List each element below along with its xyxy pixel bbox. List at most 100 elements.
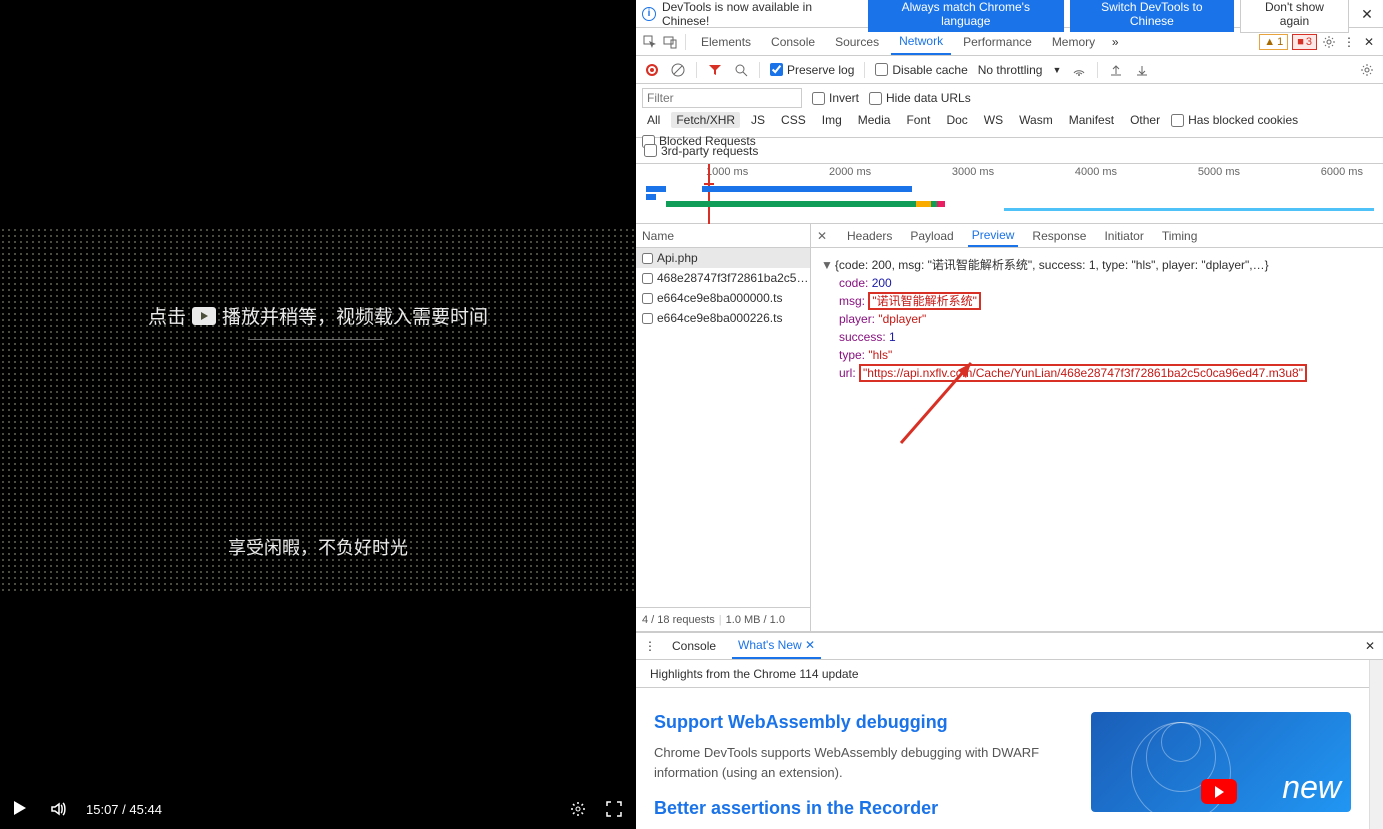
play-button[interactable] <box>14 801 30 817</box>
network-timeline[interactable]: 1000 ms 2000 ms 3000 ms 4000 ms 5000 ms … <box>636 164 1383 224</box>
blocked-cookies-label: Has blocked cookies <box>1188 113 1298 127</box>
close-whatsnew-icon[interactable]: ✕ <box>805 638 815 652</box>
inspect-element-icon[interactable] <box>642 34 658 50</box>
warnings-badge[interactable]: ▲1 <box>1259 34 1288 50</box>
banner-close-icon[interactable]: ✕ <box>1361 6 1377 22</box>
match-language-button[interactable]: Always match Chrome's language <box>868 0 1064 32</box>
tab-console[interactable]: Console <box>763 28 823 55</box>
json-summary: {code: 200, msg: "诺讯智能解析系统", success: 1,… <box>835 258 1269 272</box>
settings-gear-icon[interactable] <box>1321 34 1337 50</box>
invert-checkbox[interactable]: Invert <box>812 91 859 105</box>
tick-1000: 1000 ms <box>706 166 748 178</box>
youtube-play-icon <box>1201 779 1237 804</box>
filter-js[interactable]: JS <box>746 112 770 128</box>
drawer-tab-console[interactable]: Console <box>666 633 722 659</box>
filter-fetch-xhr[interactable]: Fetch/XHR <box>671 112 740 128</box>
preserve-log-checkbox[interactable]: Preserve log <box>770 63 854 77</box>
record-button[interactable] <box>644 62 660 78</box>
clear-button[interactable] <box>670 62 686 78</box>
new-badge: new <box>1282 769 1341 806</box>
filter-other[interactable]: Other <box>1125 112 1165 128</box>
network-request-pane: Name Api.php 468e28747f3f72861ba2c5… e66… <box>636 224 1383 632</box>
search-icon[interactable] <box>733 62 749 78</box>
detail-tab-payload[interactable]: Payload <box>906 224 957 247</box>
device-toolbar-icon[interactable] <box>662 34 678 50</box>
err-count: 3 <box>1306 36 1312 48</box>
scrollbar[interactable] <box>1369 660 1383 829</box>
detail-tab-preview[interactable]: Preview <box>968 224 1019 247</box>
tick-5000: 5000 ms <box>1198 166 1240 178</box>
network-settings-icon[interactable] <box>1359 62 1375 78</box>
json-val-msg: "诺讯智能解析系统" <box>872 294 977 308</box>
more-tabs-icon[interactable]: » <box>1107 34 1123 50</box>
tab-network[interactable]: Network <box>891 28 951 55</box>
filter-font[interactable]: Font <box>901 112 935 128</box>
play-chip-icon <box>192 307 216 325</box>
tab-elements[interactable]: Elements <box>693 28 759 55</box>
json-key-code: code: <box>839 276 868 290</box>
filter-css[interactable]: CSS <box>776 112 811 128</box>
detail-tab-initiator[interactable]: Initiator <box>1100 224 1147 247</box>
filter-img[interactable]: Img <box>817 112 847 128</box>
preview-body[interactable]: ▼{code: 200, msg: "诺讯智能解析系统", success: 1… <box>811 248 1383 631</box>
whatsnew-label: What's New <box>738 638 802 652</box>
disable-cache-label: Disable cache <box>892 63 967 77</box>
blocked-cookies-checkbox[interactable]: Has blocked cookies <box>1171 113 1298 127</box>
request-item[interactable]: Api.php <box>636 248 810 268</box>
disable-cache-checkbox[interactable]: Disable cache <box>875 63 967 77</box>
filter-manifest[interactable]: Manifest <box>1064 112 1119 128</box>
drawer-menu-icon[interactable]: ⋮ <box>644 639 656 653</box>
json-key-url: url: <box>839 366 856 380</box>
close-devtools-icon[interactable]: ✕ <box>1361 34 1377 50</box>
request-name: 468e28747f3f72861ba2c5… <box>657 271 808 285</box>
request-count: 4 / 18 requests <box>642 614 715 626</box>
tab-memory[interactable]: Memory <box>1044 28 1103 55</box>
whatsnew-title-1[interactable]: Support WebAssembly debugging <box>654 712 1071 733</box>
filter-input[interactable] <box>642 88 802 108</box>
drawer-tab-whatsnew[interactable]: What's New ✕ <box>732 633 821 659</box>
detail-tab-response[interactable]: Response <box>1028 224 1090 247</box>
request-item[interactable]: e664ce9e8ba000226.ts <box>636 308 810 328</box>
switch-chinese-button[interactable]: Switch DevTools to Chinese <box>1070 0 1234 32</box>
whatsnew-title-2[interactable]: Better assertions in the Recorder <box>654 798 1071 819</box>
filter-icon[interactable] <box>707 62 723 78</box>
detail-tab-timing[interactable]: Timing <box>1158 224 1202 247</box>
timeline-marker[interactable] <box>708 164 710 224</box>
close-drawer-icon[interactable]: ✕ <box>1365 639 1375 653</box>
banner-message: DevTools is now available in Chinese! <box>662 0 862 28</box>
network-conditions-icon[interactable] <box>1071 62 1087 78</box>
devtools-panel: i DevTools is now available in Chinese! … <box>636 0 1383 829</box>
hide-data-urls-checkbox[interactable]: Hide data URLs <box>869 91 971 105</box>
tab-sources[interactable]: Sources <box>827 28 887 55</box>
tab-performance[interactable]: Performance <box>955 28 1040 55</box>
video-player: 点击 播放并稍等，视频载入需要时间 享受闲暇，不负好时光 15:07 / 45:… <box>0 0 636 829</box>
upload-icon[interactable] <box>1108 62 1124 78</box>
settings-button[interactable] <box>570 801 586 817</box>
download-icon[interactable] <box>1134 62 1150 78</box>
filter-all[interactable]: All <box>642 112 665 128</box>
json-key-success: success: <box>839 330 886 344</box>
throttling-caret-icon[interactable]: ▼ <box>1052 65 1061 75</box>
language-banner: i DevTools is now available in Chinese! … <box>636 0 1383 28</box>
volume-button[interactable] <box>50 801 66 817</box>
third-party-label: 3rd-party requests <box>661 144 758 158</box>
throttling-select[interactable]: No throttling <box>978 63 1043 77</box>
filter-media[interactable]: Media <box>853 112 896 128</box>
detail-tab-headers[interactable]: Headers <box>843 224 896 247</box>
filter-doc[interactable]: Doc <box>941 112 972 128</box>
warn-icon: ▲ <box>1264 36 1275 48</box>
whatsnew-thumbnail[interactable]: new <box>1091 712 1351 812</box>
errors-badge[interactable]: ■3 <box>1292 34 1317 50</box>
fullscreen-button[interactable] <box>606 801 622 817</box>
third-party-checkbox[interactable]: 3rd-party requests <box>644 144 758 158</box>
request-item[interactable]: e664ce9e8ba000000.ts <box>636 288 810 308</box>
network-filter-bar: Invert Hide data URLs All Fetch/XHR JS C… <box>636 84 1383 138</box>
close-detail-icon[interactable]: ✕ <box>817 229 833 243</box>
request-list-header[interactable]: Name <box>636 224 810 248</box>
filter-wasm[interactable]: Wasm <box>1014 112 1058 128</box>
filter-ws[interactable]: WS <box>979 112 1008 128</box>
request-name: e664ce9e8ba000000.ts <box>657 291 782 305</box>
request-item[interactable]: 468e28747f3f72861ba2c5… <box>636 268 810 288</box>
kebab-menu-icon[interactable]: ⋮ <box>1341 34 1357 50</box>
json-key-type: type: <box>839 348 865 362</box>
